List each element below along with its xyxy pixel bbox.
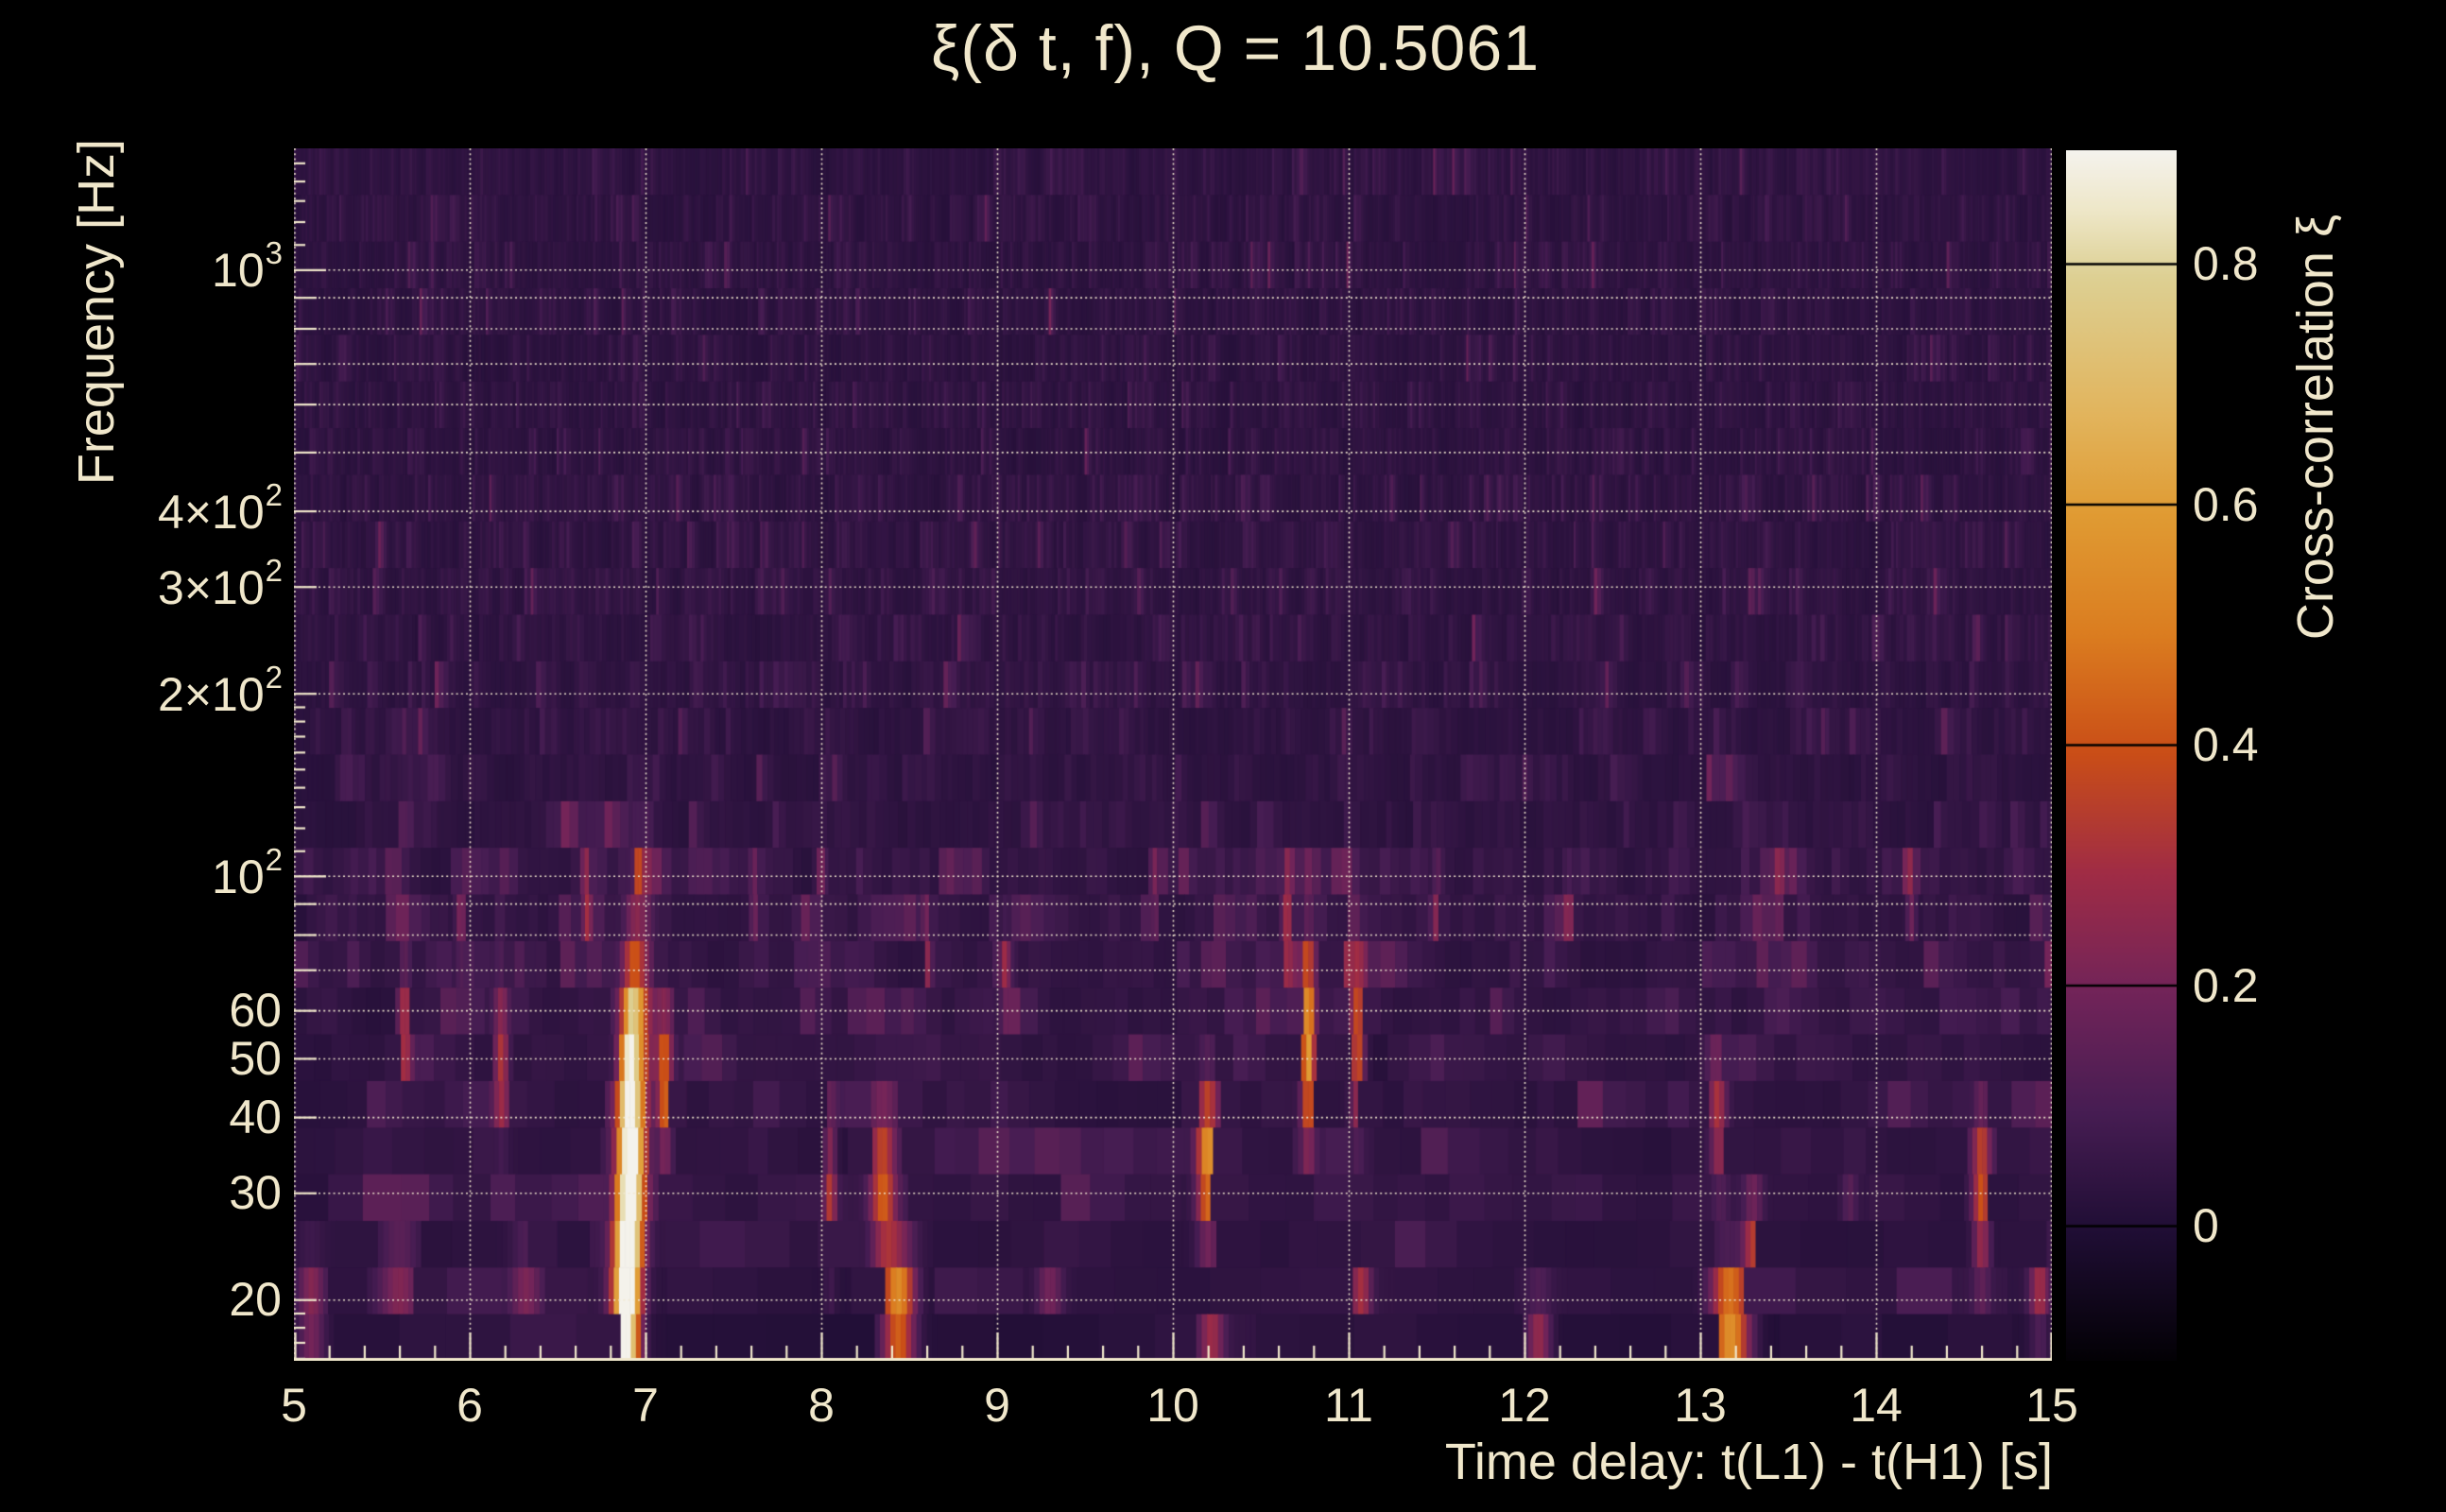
chart-title: ξ(δ t, f), Q = 10.5061: [930, 12, 1541, 84]
y-tick-label: 50: [229, 1031, 282, 1085]
x-tick-label: 10: [1146, 1379, 1199, 1432]
y-tick-label: 20: [229, 1273, 282, 1327]
y-tick-label: 102: [212, 841, 283, 903]
y-tick-label: 4×102: [158, 476, 283, 539]
colorbar-tick-label: 0.4: [2193, 718, 2259, 771]
y-tick-label: 103: [212, 235, 283, 298]
x-axis-title: Time delay: t(L1) - t(H1) [s]: [1444, 1434, 2053, 1490]
x-tick-label: 13: [1674, 1379, 1727, 1432]
y-tick-label: 3×102: [158, 552, 283, 614]
y-tick-label: 30: [229, 1166, 282, 1220]
cross-correlation-figure: ξ(δ t, f), Q = 10.5061 Frequency [Hz] Ti…: [0, 0, 2446, 1512]
y-tick-label: 60: [229, 984, 282, 1038]
x-tick-label: 8: [808, 1379, 835, 1432]
y-tick-label: 40: [229, 1091, 282, 1144]
y-tick-label: 2×102: [158, 659, 283, 721]
x-tick-label: 6: [456, 1379, 483, 1432]
colorbar-tick-label: 0.6: [2193, 477, 2259, 531]
y-axis-title: Frequency [Hz]: [68, 138, 125, 486]
colorbar-tick-label: 0.8: [2193, 237, 2259, 290]
colorbar-tick-label: 0: [2193, 1199, 2219, 1252]
x-tick-label: 12: [1498, 1379, 1551, 1432]
x-tick-label: 9: [984, 1379, 1010, 1432]
x-tick-label: 15: [2025, 1379, 2078, 1432]
colorbar-tick-label: 0.2: [2193, 958, 2259, 1012]
heatmap-canvas: [294, 148, 2052, 1361]
x-tick-label: 5: [281, 1379, 307, 1432]
x-tick-label: 14: [1850, 1379, 1903, 1432]
x-tick-label: 11: [1324, 1379, 1373, 1432]
colorbar-title: Cross-correlation ξ: [2287, 214, 2344, 641]
colorbar-gradient: [2066, 150, 2177, 1361]
x-tick-label: 7: [632, 1379, 659, 1432]
